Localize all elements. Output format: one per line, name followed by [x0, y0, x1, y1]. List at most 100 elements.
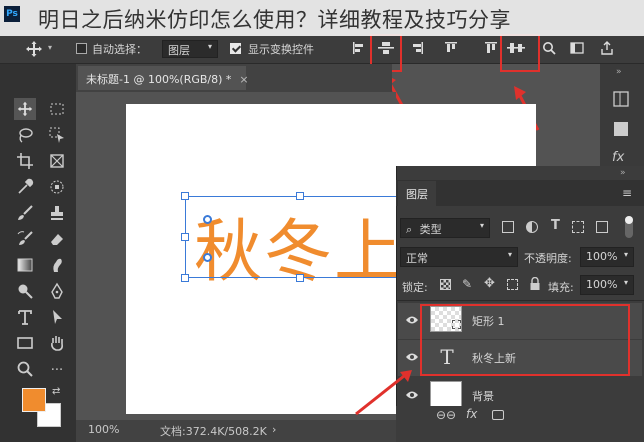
- collapse-icon[interactable]: »: [616, 67, 622, 77]
- text-anchor-point[interactable]: [203, 253, 212, 262]
- chevron-down-icon[interactable]: ▾: [48, 43, 52, 52]
- align-left-icon[interactable]: [352, 41, 366, 55]
- chevron-down-icon: ▾: [623, 278, 628, 287]
- auto-select-checkbox[interactable]: [76, 43, 87, 54]
- layers-divider: [396, 300, 644, 301]
- search-icon[interactable]: [542, 41, 556, 55]
- auto-select-dropdown[interactable]: 图层 ▾: [162, 40, 218, 58]
- brush-tool-icon[interactable]: [14, 202, 36, 224]
- show-transform-checkbox[interactable]: [230, 43, 241, 54]
- zoom-tool-icon[interactable]: [14, 358, 36, 380]
- pen-tool-icon[interactable]: [46, 280, 68, 302]
- move-tool-icon[interactable]: [14, 98, 36, 120]
- transform-handle-bm[interactable]: [296, 274, 304, 282]
- align-top-icon[interactable]: [444, 41, 458, 55]
- stamp-tool-icon[interactable]: [46, 202, 68, 224]
- chevron-down-icon: ▾: [207, 42, 212, 51]
- opacity-input[interactable]: 100% ▾: [580, 247, 634, 267]
- history-brush-tool-icon[interactable]: [14, 228, 36, 250]
- align-bottom-icon[interactable]: [484, 41, 498, 55]
- chevron-right-icon[interactable]: ›: [272, 423, 276, 436]
- lock-position-icon[interactable]: ✥: [484, 276, 495, 291]
- blend-mode-dropdown[interactable]: 正常 ▾: [400, 247, 518, 267]
- document-tab-label: 未标题-1 @ 100%(RGB/8) *: [86, 73, 232, 86]
- transform-handle-tl[interactable]: [181, 192, 189, 200]
- smudge-tool-icon[interactable]: [46, 254, 68, 276]
- rectangle-tool-icon[interactable]: [14, 332, 36, 354]
- chevron-down-icon: ▾: [479, 221, 484, 230]
- add-mask-icon[interactable]: [492, 410, 504, 420]
- marquee-tool-icon[interactable]: [46, 98, 68, 120]
- filter-toggle-switch[interactable]: [625, 216, 633, 238]
- fill-value: 100%: [586, 278, 618, 291]
- filter-type-icon[interactable]: T: [551, 218, 560, 233]
- link-layers-icon[interactable]: ⊖⊖: [436, 408, 456, 422]
- type-tool-icon[interactable]: [14, 306, 36, 328]
- visibility-eye-icon[interactable]: [405, 352, 419, 362]
- hand-tool-icon[interactable]: [46, 332, 68, 354]
- status-bar: 100% 文档:372.4K/508.2K ›: [76, 420, 396, 442]
- zoom-level[interactable]: 100%: [88, 423, 119, 436]
- spot-healing-tool-icon[interactable]: [46, 176, 68, 198]
- title-overlay-text: 明日之后纳米仿印怎么使用？详细教程及技巧分享: [38, 8, 511, 32]
- eraser-tool-icon[interactable]: [46, 228, 68, 250]
- lock-all-icon[interactable]: [530, 276, 540, 290]
- foreground-color-swatch[interactable]: [22, 388, 46, 412]
- ps-logo: Ps: [4, 6, 20, 22]
- eyedropper-tool-icon[interactable]: [14, 176, 36, 198]
- more-tools-icon[interactable]: ···: [46, 358, 68, 380]
- chevron-down-icon: ▾: [623, 250, 628, 259]
- move-icon[interactable]: [24, 39, 44, 59]
- search-icon: ⌕: [406, 223, 413, 236]
- lock-artboard-icon[interactable]: [507, 279, 518, 290]
- path-select-tool-icon[interactable]: [46, 306, 68, 328]
- blend-mode-value: 正常: [406, 252, 428, 265]
- transform-handle-tm[interactable]: [296, 192, 304, 200]
- share-icon[interactable]: [600, 41, 614, 55]
- fill-label: 填充:: [548, 281, 574, 294]
- document-size-info[interactable]: 文档:372.4K/508.2K: [160, 423, 267, 439]
- opacity-label: 不透明度:: [524, 252, 572, 265]
- document-tab[interactable]: 未标题-1 @ 100%(RGB/8) * ×: [78, 66, 249, 90]
- dodge-tool-icon[interactable]: [14, 280, 36, 302]
- lock-brush-icon[interactable]: ✎: [462, 277, 472, 291]
- lasso-tool-icon[interactable]: [14, 124, 36, 146]
- transform-handle-bl[interactable]: [181, 274, 189, 282]
- fill-input[interactable]: 100% ▾: [580, 275, 634, 295]
- panel-collapse-icon[interactable]: »: [620, 168, 626, 178]
- filter-pixel-icon[interactable]: [502, 221, 514, 233]
- crop-tool-icon[interactable]: [14, 150, 36, 172]
- transform-handle-ml[interactable]: [181, 233, 189, 241]
- close-icon[interactable]: ×: [239, 73, 248, 86]
- auto-select-label: 自动选择：: [92, 43, 147, 56]
- swap-colors-icon[interactable]: ⇄: [52, 386, 60, 397]
- opacity-value: 100%: [586, 250, 618, 263]
- history-panel-icon[interactable]: [612, 90, 630, 108]
- chevron-down-icon: ▾: [507, 250, 512, 259]
- layers-footer: [396, 406, 644, 442]
- panel-menu-icon[interactable]: ≡: [622, 186, 632, 200]
- lock-label: 锁定:: [402, 281, 428, 294]
- workspace-icon[interactable]: [570, 41, 584, 55]
- filter-adjustment-icon[interactable]: [526, 221, 538, 233]
- frame-tool-icon[interactable]: [46, 150, 68, 172]
- transform-bounding-box[interactable]: [185, 196, 415, 278]
- text-anchor-point[interactable]: [203, 215, 212, 224]
- toolbar: [0, 64, 76, 442]
- gradient-tool-icon[interactable]: [14, 254, 36, 276]
- visibility-eye-icon[interactable]: [405, 315, 419, 325]
- lock-transparent-icon[interactable]: [440, 279, 451, 290]
- annotation-box-distribute-vcenter: [500, 34, 540, 72]
- fx-icon[interactable]: fx: [466, 407, 477, 421]
- layer-name-background[interactable]: 背景: [472, 388, 494, 404]
- object-select-tool-icon[interactable]: [46, 124, 68, 146]
- align-right-icon[interactable]: [410, 41, 424, 55]
- filter-shape-icon[interactable]: [572, 221, 584, 233]
- layer-filter-dropdown[interactable]: ⌕ 类型 ▾: [400, 218, 490, 238]
- adjustments-panel-icon[interactable]: [612, 120, 630, 138]
- fx-icon[interactable]: fx: [612, 150, 624, 165]
- layer-filter-value: 类型: [419, 223, 442, 236]
- auto-select-value: 图层: [168, 44, 190, 57]
- filter-smart-object-icon[interactable]: [596, 221, 608, 233]
- layers-tab[interactable]: 图层: [398, 181, 436, 207]
